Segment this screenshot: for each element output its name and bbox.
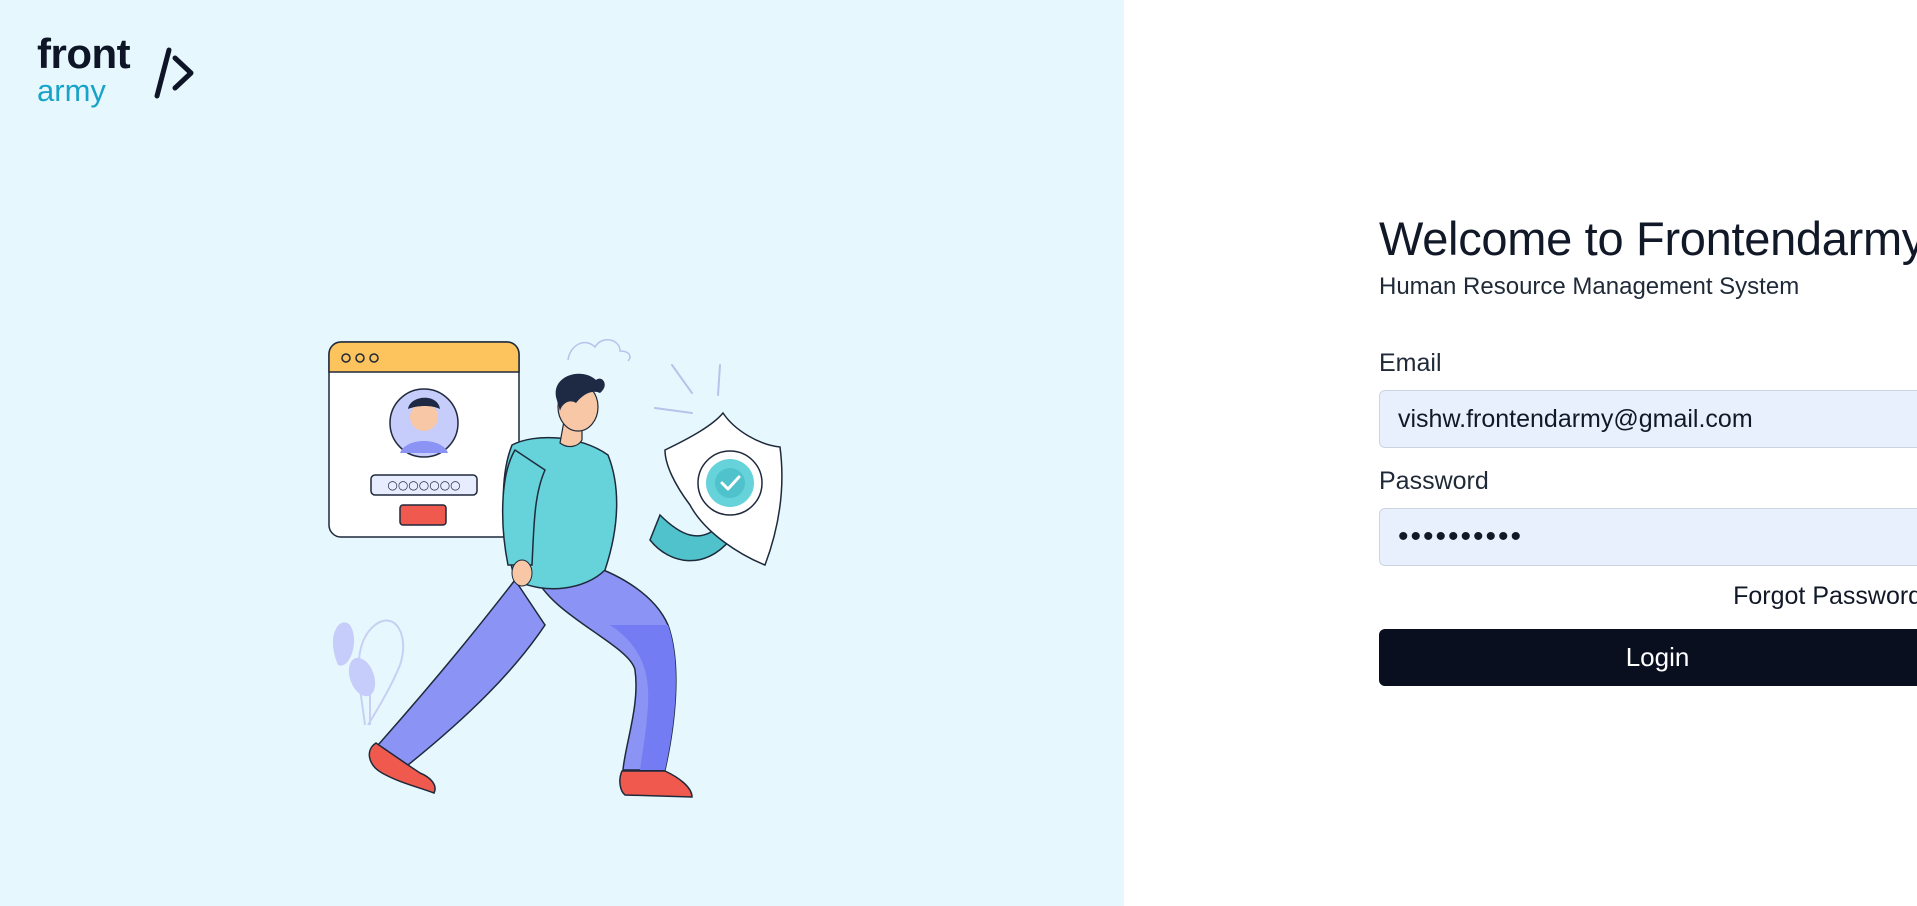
login-panel: Welcome to Frontendarmy Human Resource M… — [1124, 0, 1917, 906]
svg-text:○○○○○○○: ○○○○○○○ — [387, 478, 460, 492]
email-label: Email — [1379, 349, 1442, 377]
password-label: Password — [1379, 467, 1489, 495]
login-button[interactable]: Login — [1379, 629, 1917, 686]
login-page: front army ○○○○○○○ Welcome to Frontendar… — [0, 0, 1917, 906]
code-bracket-icon — [154, 47, 194, 99]
page-subtitle: Human Resource Management System — [1379, 273, 1800, 300]
forgot-password-link[interactable]: Forgot Password? — [1733, 582, 1917, 610]
login-illustration: ○○○○○○○ — [328, 339, 783, 798]
logo-word-front: front — [37, 30, 131, 77]
login-form: Welcome to Frontendarmy Human Resource M… — [1379, 210, 1917, 686]
plant-icon — [332, 619, 405, 726]
password-field[interactable] — [1379, 508, 1917, 566]
page-title: Welcome to Frontendarmy — [1379, 212, 1917, 265]
email-field[interactable] — [1379, 390, 1917, 448]
logo-word-army: army — [37, 73, 106, 108]
illustration-panel: front army ○○○○○○○ — [0, 0, 1124, 906]
frontarmy-logo: front army — [37, 30, 197, 110]
forgot-password-row: Forgot Password? — [1379, 582, 1917, 612]
login-window-card: ○○○○○○○ — [328, 341, 520, 538]
